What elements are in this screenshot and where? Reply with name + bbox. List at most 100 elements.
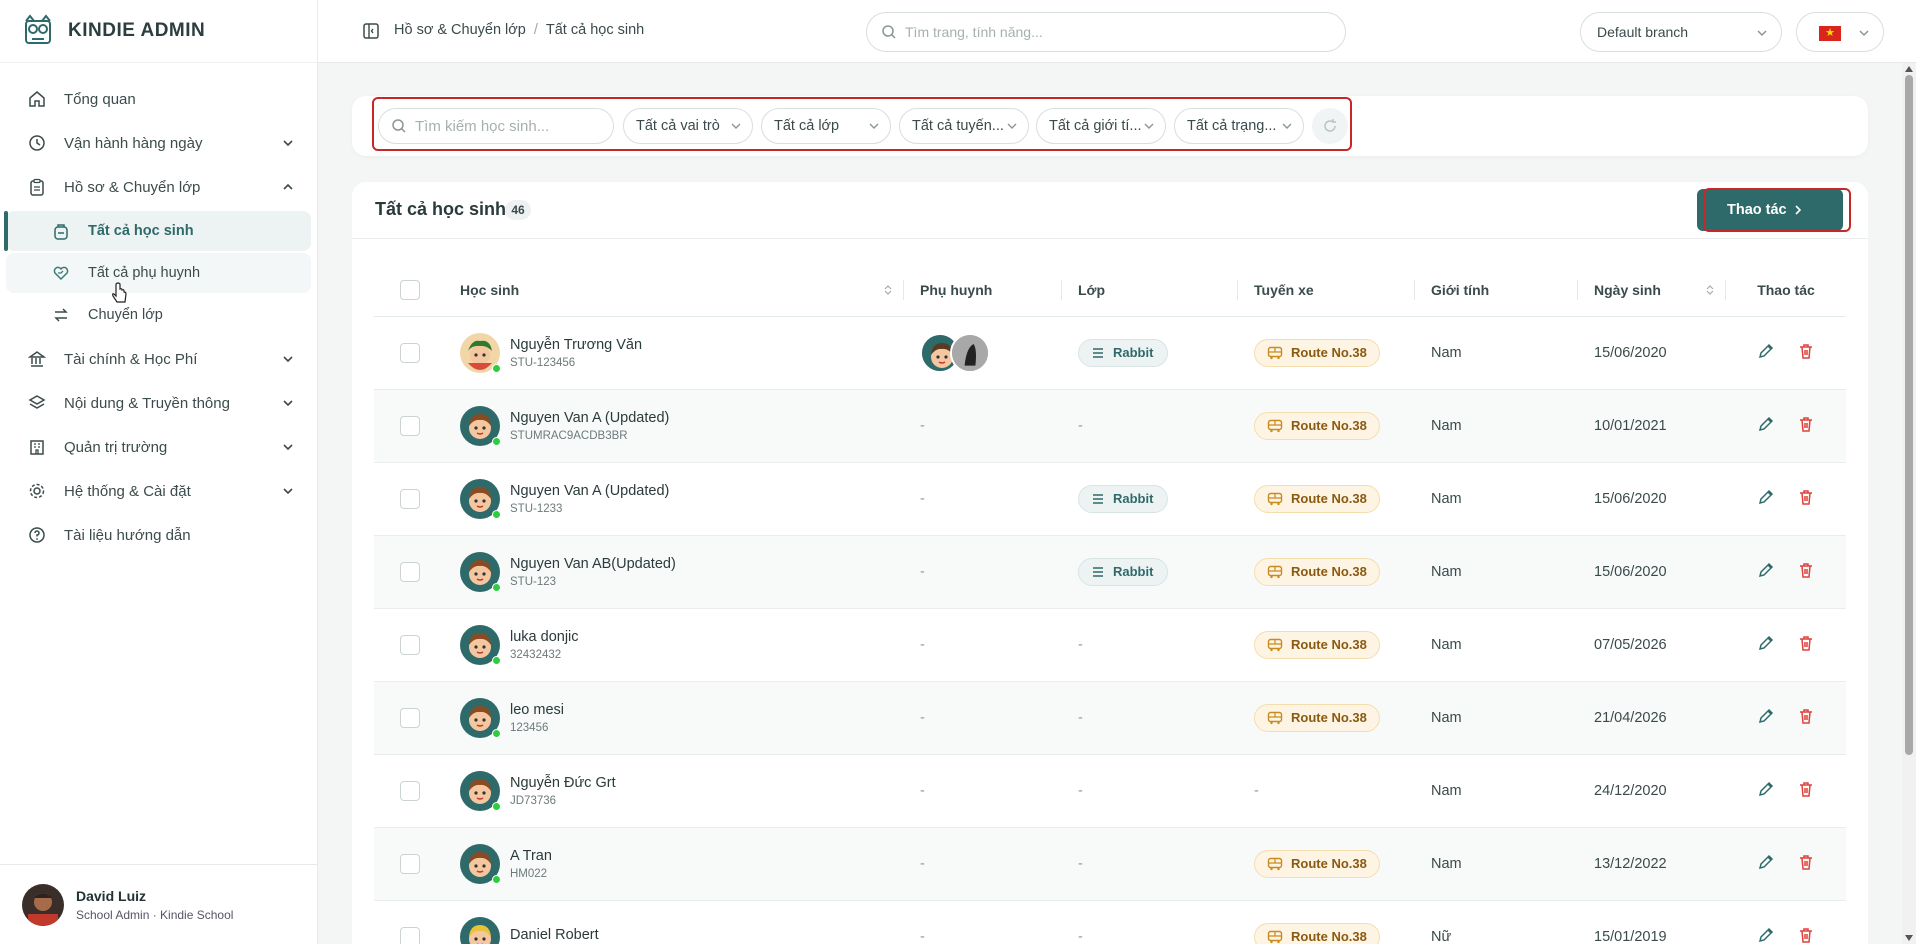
edit-icon[interactable] [1757, 634, 1775, 656]
delete-icon[interactable] [1797, 853, 1815, 875]
delete-icon[interactable] [1797, 780, 1815, 802]
student-name[interactable]: Nguyễn Trương Văn [510, 337, 642, 353]
student-avatar[interactable] [460, 916, 500, 944]
delete-icon[interactable] [1797, 707, 1815, 729]
dob-value: 15/06/2020 [1594, 563, 1667, 580]
sidebar-item-docs[interactable]: Tài liệu hướng dẫn [0, 513, 317, 557]
sidebar-subitem-all-parents[interactable]: Tất cả phụ huynh [6, 253, 311, 293]
sidebar-item-records[interactable]: Hồ sơ & Chuyển lớp [0, 165, 317, 209]
student-name[interactable]: Nguyen Van AB(Updated) [510, 556, 676, 572]
student-avatar[interactable] [460, 332, 501, 373]
breadcrumb-parent[interactable]: Hồ sơ & Chuyển lớp [394, 22, 526, 38]
sidebar-item-finance[interactable]: Tài chính & Học Phí [0, 337, 317, 381]
route-badge[interactable]: Route No.38 [1254, 557, 1380, 586]
table-row[interactable]: A Tran HM022 - - Route No.38 Nam 13/12/2022 [374, 827, 1846, 901]
building-icon [28, 438, 46, 456]
parent-avatars[interactable] [920, 332, 1046, 373]
sidebar-toggle-icon[interactable] [362, 22, 380, 40]
row-checkbox[interactable] [400, 415, 420, 436]
route-badge[interactable]: Route No.38 [1254, 630, 1380, 659]
global-search-input[interactable] [905, 24, 1305, 40]
scrollbar-thumb[interactable] [1905, 75, 1913, 755]
row-checkbox[interactable] [400, 926, 420, 944]
route-badge[interactable]: Route No.38 [1254, 411, 1380, 440]
delete-icon[interactable] [1797, 342, 1815, 364]
sidebar-item-overview[interactable]: Tổng quan [0, 77, 317, 121]
class-badge[interactable]: Rabbit [1078, 338, 1169, 367]
student-avatar[interactable] [460, 405, 501, 446]
sidebar-subitem-class-transfer[interactable]: Chuyển lớp [6, 295, 311, 335]
student-avatar[interactable] [460, 770, 501, 811]
table-row[interactable]: Nguyen Van A (Updated) STUMRAC9ACDB3BR - - R… [374, 389, 1846, 463]
edit-icon[interactable] [1757, 488, 1775, 510]
global-search[interactable] [866, 12, 1346, 52]
class-badge[interactable]: Rabbit [1078, 557, 1169, 586]
col-header-student[interactable]: Học sinh [444, 264, 904, 317]
row-checkbox[interactable] [400, 488, 420, 509]
student-avatar[interactable] [460, 478, 501, 519]
select-all-checkbox[interactable] [400, 279, 420, 300]
student-name[interactable]: A Tran [510, 848, 552, 864]
dob-value: 15/01/2019 [1594, 928, 1667, 944]
student-avatar[interactable] [460, 843, 501, 884]
table-row[interactable]: Daniel Robert - - Route No.38 Nữ 15/01/2019 [374, 900, 1846, 944]
student-name[interactable]: Nguyễn Đức Grt [510, 775, 616, 791]
row-checkbox[interactable] [400, 634, 420, 655]
col-header-dob[interactable]: Ngày sinh [1578, 264, 1726, 317]
edit-icon[interactable] [1757, 342, 1775, 364]
scroll-down-arrow-icon[interactable] [1905, 935, 1913, 941]
route-badge[interactable]: Route No.38 [1254, 922, 1380, 944]
sidebar-item-content[interactable]: Nội dung & Truyền thông [0, 381, 317, 425]
delete-icon[interactable] [1797, 634, 1815, 656]
language-select[interactable]: ★ [1796, 12, 1884, 52]
edit-icon[interactable] [1757, 780, 1775, 802]
student-avatar[interactable] [460, 624, 501, 665]
student-name[interactable]: Daniel Robert [510, 927, 599, 943]
sort-icon[interactable] [1706, 284, 1714, 296]
class-badge[interactable]: Rabbit [1078, 484, 1169, 513]
student-name[interactable]: Nguyen Van A (Updated) [510, 410, 669, 426]
student-avatar[interactable] [460, 551, 501, 592]
table-row[interactable]: leo mesi 123456 - - Route No.38 Nam 21/04/2026 [374, 681, 1846, 755]
edit-icon[interactable] [1757, 415, 1775, 437]
edit-icon[interactable] [1757, 561, 1775, 583]
route-badge[interactable]: Route No.38 [1254, 849, 1380, 878]
page-scrollbar[interactable] [1902, 63, 1916, 944]
table-row[interactable]: luka donjic 32432432 - - Route No.38 Nam 07/05… [374, 608, 1846, 682]
sort-icon[interactable] [884, 284, 892, 296]
student-name[interactable]: Nguyen Van A (Updated) [510, 483, 669, 499]
row-checkbox[interactable] [400, 561, 420, 582]
row-checkbox[interactable] [400, 853, 420, 874]
edit-icon[interactable] [1757, 707, 1775, 729]
student-name[interactable]: leo mesi [510, 702, 564, 718]
sidebar-item-school-admin[interactable]: Quản trị trường [0, 425, 317, 469]
row-checkbox[interactable] [400, 707, 420, 728]
sidebar-item-settings[interactable]: Hệ thống & Cài đặt [0, 469, 317, 513]
brand[interactable]: KINDIE ADMIN [0, 0, 317, 63]
student-avatar[interactable] [460, 697, 501, 738]
route-badge[interactable]: Route No.38 [1254, 484, 1380, 513]
scroll-up-arrow-icon[interactable] [1905, 66, 1913, 72]
delete-icon[interactable] [1797, 415, 1815, 437]
table-row[interactable]: Nguyen Van AB(Updated) STU-123 - Rabbit Rout… [374, 535, 1846, 609]
student-name[interactable]: luka donjic [510, 629, 579, 645]
edit-icon[interactable] [1757, 926, 1775, 944]
delete-icon[interactable] [1797, 926, 1815, 944]
table-row[interactable]: Nguyen Van A (Updated) STU-1233 - Rabbit Rou… [374, 462, 1846, 536]
layers-icon [28, 394, 46, 412]
route-badge[interactable]: Route No.38 [1254, 703, 1380, 732]
parent-avatar[interactable] [950, 332, 990, 373]
delete-icon[interactable] [1797, 488, 1815, 510]
route-badge[interactable]: Route No.38 [1254, 338, 1380, 367]
branch-select[interactable]: Default branch [1580, 12, 1782, 52]
edit-icon[interactable] [1757, 853, 1775, 875]
sidebar-subitem-all-students[interactable]: Tất cả học sinh [4, 211, 311, 251]
sidebar-item-daily-ops[interactable]: Vận hành hàng ngày [0, 121, 317, 165]
table-row[interactable]: Nguyễn Đức Grt JD73736 - - - Nam 24/12/2020 [374, 754, 1846, 828]
table-row[interactable]: Nguyễn Trương Văn STU-123456 Rabbit Route N… [374, 316, 1846, 390]
row-checkbox[interactable] [400, 780, 420, 801]
delete-icon[interactable] [1797, 561, 1815, 583]
row-checkbox[interactable] [400, 342, 420, 363]
user-profile[interactable]: David Luiz School Admin · Kindie School [0, 864, 318, 944]
backpack-icon [52, 222, 70, 240]
